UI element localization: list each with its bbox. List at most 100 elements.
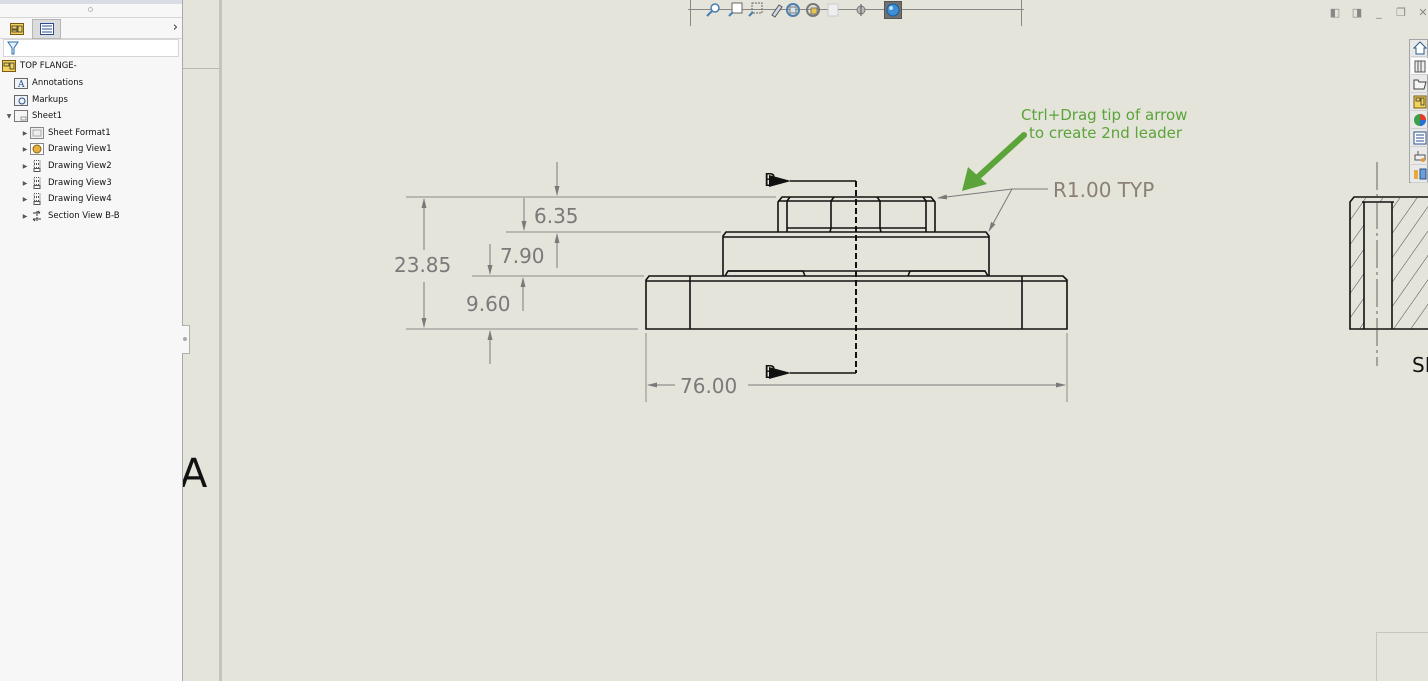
section-icon bbox=[856, 4, 866, 16]
document-window-controls: ◧ ◨ _ ❐ ✕ bbox=[1328, 5, 1428, 19]
callout-note-line1: Ctrl+Drag tip of arrow bbox=[1021, 106, 1187, 124]
drawing-view-icon bbox=[30, 160, 44, 173]
heads-up-view-toolbar bbox=[688, 0, 1024, 26]
tab-design-library[interactable] bbox=[1411, 58, 1428, 75]
expand-toggle-icon[interactable]: ▶ bbox=[20, 130, 30, 137]
dimension-9-60[interactable] bbox=[487, 277, 526, 364]
zoom-to-area-button[interactable] bbox=[726, 2, 744, 18]
feature-manager-panel: › TOP FLANGE- A Annotations Markups ▼ Sheet1 ▶… bbox=[0, 0, 183, 681]
appearances-icon bbox=[1413, 114, 1426, 126]
radius-note-text[interactable]: R1.00 TYP bbox=[1053, 178, 1154, 202]
tree-item-label: Sheet1 bbox=[32, 111, 62, 121]
section-view-button[interactable] bbox=[852, 2, 870, 18]
dimension-9-60-text[interactable]: 9.60 bbox=[466, 292, 511, 316]
dimension-6-35-text[interactable]: 6.35 bbox=[534, 204, 579, 228]
expand-toggle-icon[interactable]: ▶ bbox=[20, 146, 30, 153]
tab-solidworks-resources[interactable] bbox=[1411, 40, 1428, 57]
tile-right-button[interactable]: ◨ bbox=[1350, 5, 1364, 19]
tree-item-drawing-view2[interactable]: ▶ Drawing View2 bbox=[20, 158, 112, 174]
tab-appearances[interactable] bbox=[1411, 112, 1428, 129]
panel-collapse-handle[interactable] bbox=[182, 325, 190, 354]
title-block-corner bbox=[1376, 632, 1428, 681]
view-orientation-button[interactable] bbox=[804, 2, 822, 18]
section-view-label: SE bbox=[1412, 353, 1428, 377]
tree-item-label: TOP FLANGE- bbox=[20, 61, 77, 71]
feature-filter-input[interactable] bbox=[3, 39, 179, 57]
drawing-view-model-icon bbox=[30, 143, 44, 156]
tree-item-top-flange[interactable]: TOP FLANGE- bbox=[2, 58, 77, 74]
tab-file-explorer[interactable] bbox=[1411, 76, 1428, 93]
tab-property-manager[interactable] bbox=[32, 19, 61, 39]
folder-icon bbox=[1413, 79, 1427, 90]
custom-properties-icon bbox=[1413, 131, 1426, 145]
drawing-feature-icon bbox=[9, 23, 24, 35]
scene-button[interactable] bbox=[884, 1, 902, 19]
tile-left-button[interactable]: ◧ bbox=[1328, 5, 1342, 19]
top-boss-flat-right bbox=[876, 196, 882, 233]
scene-icon bbox=[886, 3, 900, 17]
drawing-view-icon bbox=[30, 177, 44, 190]
tree-item-label: Section View B-B bbox=[48, 211, 120, 221]
radius-note-leaders[interactable] bbox=[937, 188, 1048, 232]
tree-item-markups[interactable]: Markups bbox=[4, 92, 68, 108]
expand-toggle-icon[interactable]: ▶ bbox=[20, 180, 30, 187]
tree-item-label: Annotations bbox=[32, 78, 84, 88]
tab-view-palette[interactable] bbox=[1411, 94, 1428, 111]
sheet-icon bbox=[14, 110, 28, 123]
dimension-76-00-text[interactable]: 76.00 bbox=[680, 374, 737, 398]
dimension-7-90-text[interactable]: 7.90 bbox=[500, 244, 545, 268]
home-icon bbox=[1412, 41, 1427, 55]
tree-item-label: Drawing View4 bbox=[48, 194, 112, 204]
close-button[interactable]: ✕ bbox=[1416, 5, 1428, 19]
panel-grip-handle[interactable] bbox=[88, 7, 93, 12]
tree-item-drawing-view4[interactable]: ▶ Drawing View4 bbox=[20, 191, 112, 207]
tree-item-sheet1[interactable]: ▼ Sheet1 bbox=[4, 108, 62, 124]
tab-3d-interconnect[interactable] bbox=[1411, 166, 1428, 183]
zoom-to-selection-button[interactable] bbox=[746, 2, 764, 18]
tree-item-drawing-view1[interactable]: ▶ Drawing View1 bbox=[20, 141, 112, 157]
expand-toggle-icon[interactable]: ▶ bbox=[20, 213, 30, 220]
dimension-23-85-text[interactable]: 23.85 bbox=[394, 253, 451, 277]
zoom-to-area-icon bbox=[728, 2, 743, 17]
expand-toggle-icon[interactable]: ▶ bbox=[20, 196, 30, 203]
tab-custom-properties[interactable] bbox=[1411, 130, 1428, 147]
section-view-icon bbox=[30, 210, 44, 223]
callout-note-line2: to create 2nd leader bbox=[1029, 124, 1183, 142]
tree-item-label: Drawing View2 bbox=[48, 161, 112, 171]
tree-item-label: Sheet Format1 bbox=[48, 128, 111, 138]
minimize-button[interactable]: _ bbox=[1372, 5, 1386, 19]
feature-manager-tabs: › bbox=[0, 17, 182, 39]
toolbar-right-bound bbox=[1021, 0, 1022, 26]
zoom-to-selection-icon bbox=[748, 2, 763, 17]
sketch-pen-icon bbox=[771, 4, 783, 18]
svg-text:A: A bbox=[17, 80, 25, 89]
expand-toggle-icon[interactable]: ▶ bbox=[20, 163, 30, 170]
section-label-bottom: B bbox=[764, 362, 776, 383]
tree-item-drawing-view3[interactable]: ▶ Drawing View3 bbox=[20, 175, 112, 191]
rotate-view-button[interactable] bbox=[784, 2, 802, 18]
restore-button[interactable]: ❐ bbox=[1394, 5, 1408, 19]
view-palette-icon bbox=[1413, 95, 1426, 109]
tree-item-section-view-b-b[interactable]: ▶ Section View B-B bbox=[20, 208, 120, 224]
expand-toggle-icon[interactable]: ▼ bbox=[4, 113, 14, 120]
solidworks-window: A B B 23.85 6.35 7.90 9.60 76.00 R1.00 T… bbox=[0, 0, 1428, 681]
dimension-6-35[interactable] bbox=[521, 162, 560, 268]
tab-solidworks-forum[interactable] bbox=[1411, 148, 1428, 165]
tree-item-annotations[interactable]: A Annotations bbox=[4, 75, 83, 91]
sheet-border bbox=[219, 0, 222, 681]
top-boss-inner-right bbox=[922, 196, 927, 232]
section-line-b-b[interactable] bbox=[769, 175, 857, 379]
tab-feature-manager[interactable] bbox=[2, 19, 31, 39]
design-library-icon bbox=[1414, 60, 1425, 73]
forum-icon bbox=[1414, 151, 1425, 162]
zoom-to-fit-button[interactable] bbox=[704, 2, 722, 18]
hide-show-items-button[interactable] bbox=[824, 2, 842, 18]
tree-item-sheet-format1[interactable]: ▶ Sheet Format1 bbox=[20, 125, 111, 141]
sheet-border-line bbox=[183, 68, 220, 69]
dimension-extension-lines bbox=[406, 196, 1068, 402]
zoom-to-fit-icon bbox=[706, 3, 720, 17]
toolbar-left-bound bbox=[690, 0, 691, 26]
callout-arrow-icon bbox=[962, 132, 1027, 191]
expand-panel-button[interactable]: › bbox=[173, 20, 178, 35]
section-view-b-b[interactable] bbox=[1349, 162, 1428, 366]
